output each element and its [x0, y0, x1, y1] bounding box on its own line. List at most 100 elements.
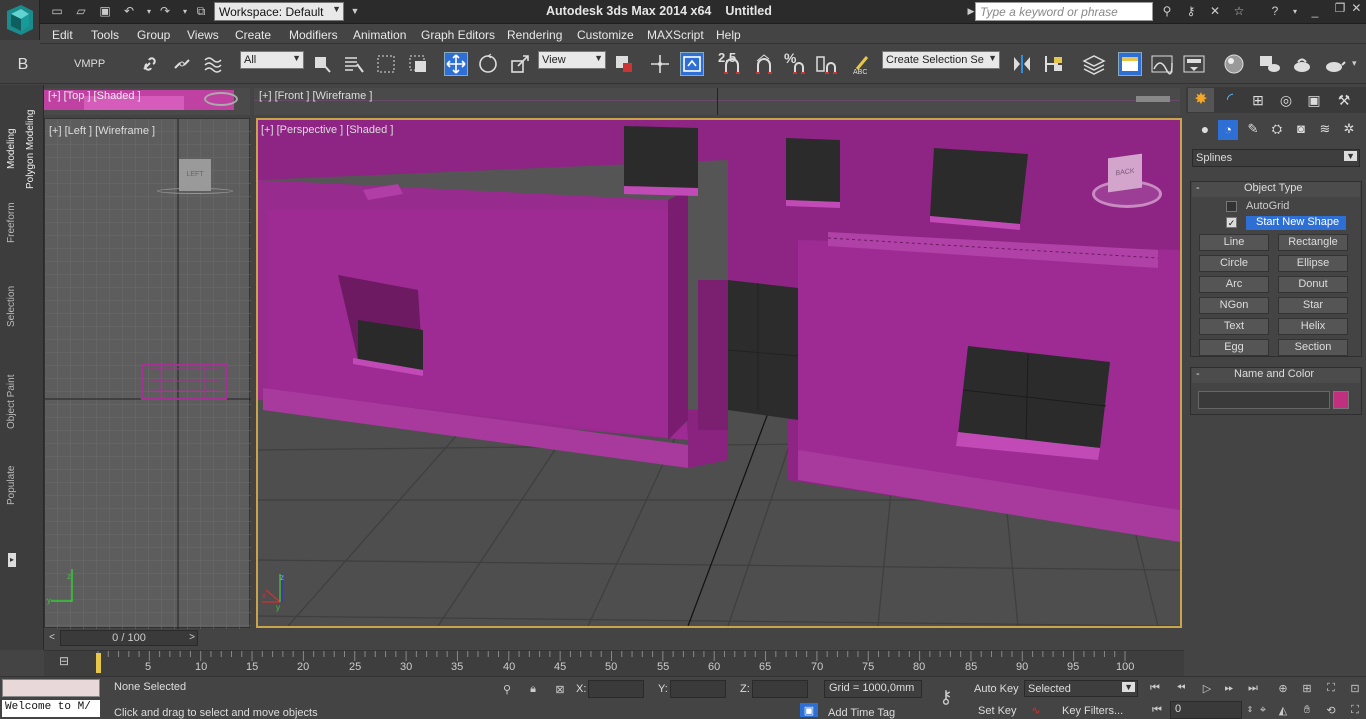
menu-views[interactable]: Views — [187, 28, 219, 42]
manage-layers-icon[interactable] — [1082, 52, 1106, 76]
lights-category-icon[interactable]: ✎ — [1244, 121, 1262, 139]
line-button[interactable]: Line — [1199, 234, 1269, 251]
donut-button[interactable]: Donut — [1278, 276, 1348, 293]
select-by-name-icon[interactable] — [342, 52, 366, 76]
minimize-window-icon[interactable]: _ — [1306, 3, 1324, 19]
shapes-category-icon[interactable]: ◔ — [1218, 120, 1238, 140]
viewcube-mini-icon[interactable] — [1136, 96, 1170, 102]
auto-key-button[interactable]: Auto Key — [974, 683, 1019, 695]
zoom-icon[interactable]: ⊕ — [1274, 681, 1292, 695]
zoom-extents-all-icon[interactable]: ⊡ — [1346, 681, 1364, 695]
binoculars-icon[interactable]: ⚲ — [1158, 3, 1176, 19]
subscription-key-icon[interactable]: ⚷ — [1182, 3, 1200, 19]
search-input[interactable]: Type a keyword or phrase — [975, 2, 1153, 21]
utilities-tab-icon[interactable]: ⚒ — [1332, 88, 1356, 112]
ribbon-tab-selection[interactable]: Selection — [6, 277, 17, 327]
go-to-end-icon[interactable]: ⏭ — [1244, 681, 1262, 695]
play-icon[interactable]: ▷ — [1198, 681, 1216, 695]
rectangle-button[interactable]: Rectangle — [1278, 234, 1348, 251]
key-filters-button[interactable]: Key Filters... — [1062, 705, 1123, 717]
absolute-mode-transform-icon[interactable]: ⊠ — [552, 681, 568, 697]
menu-maxscript[interactable]: MAXScript — [647, 28, 704, 42]
egg-button[interactable]: Egg — [1199, 339, 1269, 356]
maximize-viewport-toggle-icon[interactable]: ⛶ — [1346, 703, 1364, 717]
viewport-front-label[interactable]: [+] [Front ] [Wireframe ] — [259, 90, 372, 102]
circle-button[interactable]: Circle — [1199, 255, 1269, 272]
rectangular-selection-region-icon[interactable] — [374, 52, 398, 76]
align-icon[interactable] — [1042, 52, 1066, 76]
geometry-category-icon[interactable]: ● — [1196, 121, 1214, 139]
field-of-view-icon[interactable]: ◭ — [1274, 703, 1292, 717]
pivot-center-icon[interactable] — [612, 52, 636, 76]
x-coord-field[interactable] — [588, 680, 644, 698]
start-new-shape-checkbox[interactable]: ✓ — [1226, 217, 1237, 228]
communication-center-icon[interactable]: ✕ — [1206, 3, 1224, 19]
time-slider-next-icon[interactable]: > — [184, 630, 200, 646]
menu-tools[interactable]: Tools — [91, 28, 119, 42]
star-button[interactable]: Star — [1278, 297, 1348, 314]
key-mode-dropdown[interactable]: Selected ▼ — [1024, 680, 1138, 697]
maxscript-listener-pink[interactable] — [2, 679, 100, 697]
z-coord-field[interactable] — [752, 680, 808, 698]
viewport-top[interactable]: [+] [Top ] [Shaded ] — [44, 88, 250, 115]
render-setup-icon[interactable] — [1258, 52, 1282, 76]
object-name-input[interactable] — [1198, 391, 1330, 409]
space-warps-category-icon[interactable]: ≋ — [1316, 121, 1334, 139]
key-mode-toggle-icon[interactable]: ⏮ — [1148, 703, 1166, 717]
select-and-move-button[interactable] — [444, 52, 468, 76]
edit-named-selection-sets-icon[interactable]: ABC — [850, 52, 874, 76]
select-and-link-icon[interactable] — [138, 52, 162, 76]
viewport-top-label[interactable]: [+] [Top ] [Shaded ] — [48, 90, 141, 102]
rendered-frame-window-icon[interactable] — [1290, 52, 1314, 76]
orbit-icon[interactable]: ⟲ — [1322, 703, 1340, 717]
unlink-selection-icon[interactable] — [170, 52, 194, 76]
menu-animation[interactable]: Animation — [353, 28, 406, 42]
viewcube-compass-ring[interactable] — [157, 188, 233, 194]
menu-modifiers[interactable]: Modifiers — [289, 28, 338, 42]
maxscript-mini-listener[interactable]: Welcome to M/ — [2, 700, 100, 717]
viewport-front[interactable]: [+] [Front ] [Wireframe ] — [254, 88, 1180, 115]
object-color-swatch[interactable] — [1333, 391, 1349, 409]
name-color-header[interactable]: - Name and Color — [1192, 368, 1360, 383]
menu-graph-editors[interactable]: Graph Editors — [421, 28, 495, 42]
hierarchy-tab-icon[interactable]: ⊞ — [1246, 88, 1270, 112]
menu-create[interactable]: Create — [235, 28, 271, 42]
go-to-start-icon[interactable]: ⏮ — [1146, 681, 1164, 695]
zoom-extents-icon[interactable]: ⛶ — [1322, 681, 1340, 695]
default-in-out-tangent-icon[interactable]: ∿ — [1028, 702, 1044, 718]
ribbon-tab-populate[interactable]: Populate — [6, 457, 17, 505]
material-editor-icon[interactable] — [1222, 52, 1246, 76]
systems-category-icon[interactable]: ✲ — [1340, 121, 1358, 139]
y-coord-field[interactable] — [670, 680, 726, 698]
time-slider-thumb[interactable]: 0 / 100 — [60, 630, 198, 646]
autogrid-checkbox[interactable] — [1226, 201, 1237, 212]
create-tab-icon[interactable]: ✸ — [1188, 88, 1214, 112]
menu-customize[interactable]: Customize — [577, 28, 634, 42]
schematic-view-icon[interactable] — [1182, 52, 1206, 76]
select-and-scale-icon[interactable] — [508, 52, 532, 76]
ribbon-tab-polygon-modeling[interactable]: Polygon Modeling — [25, 99, 36, 190]
workspace-dropdown[interactable]: Workspace: Default ▼ — [214, 2, 344, 21]
reference-coordinate-dropdown[interactable]: View ▼ — [538, 51, 606, 69]
viewcube[interactable]: LEFT — [179, 159, 211, 191]
start-new-shape-button[interactable]: Start New Shape — [1246, 216, 1346, 230]
helix-button[interactable]: Helix — [1278, 318, 1348, 335]
window-crossing-icon[interactable] — [406, 52, 430, 76]
viewport-left[interactable]: z y [+] [Left ] [Wireframe ] LEFT — [44, 118, 251, 629]
time-tag-icon[interactable]: ▣ — [800, 703, 818, 717]
viewport-perspective[interactable]: z y x [+] [Perspective ] [Shaded ] BACK — [256, 118, 1182, 628]
favorites-star-icon[interactable]: ☆ — [1230, 3, 1248, 19]
display-tab-icon[interactable]: ▣ — [1302, 88, 1326, 112]
render-production-icon[interactable] — [1322, 52, 1346, 76]
viewcube[interactable]: BACK — [1108, 153, 1142, 193]
toolbar-overflow-icon[interactable]: ▾ — [1352, 58, 1357, 69]
percent-snap-toggle-icon[interactable] — [786, 52, 810, 76]
set-keys-key-icon[interactable]: ⚷ — [932, 687, 960, 707]
redo-icon[interactable]: ↷ — [156, 3, 174, 19]
object-type-header[interactable]: - Object Type — [1192, 182, 1360, 197]
help-icon[interactable]: ? — [1266, 3, 1284, 19]
new-file-icon[interactable]: ▭ — [48, 3, 66, 19]
ribbon-expand-icon[interactable]: ▸ — [8, 553, 16, 567]
help-dropdown-icon[interactable]: ▾ — [1286, 3, 1304, 19]
select-object-icon[interactable] — [310, 52, 334, 76]
